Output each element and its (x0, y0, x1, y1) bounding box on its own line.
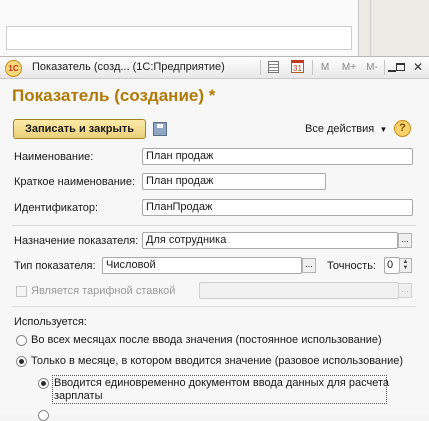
window-title: Показатель (созд... (1С:Предприятие) (32, 61, 225, 73)
short-name-label: Краткое наименование: (14, 176, 136, 188)
type-select-button[interactable]: ... (302, 258, 316, 273)
tariff-label: Является тарифной ставкой (31, 285, 176, 297)
usage-permanent-label[interactable]: Во всех месяцах после ввода значения (по… (31, 334, 382, 346)
maximize-icon[interactable] (396, 60, 406, 75)
page-title: Показатель (создание) * (12, 86, 216, 105)
one-time-document-radio[interactable] (38, 378, 49, 389)
window-titlebar[interactable]: 1С Показатель (созд... (1С:Предприятие) … (0, 57, 429, 79)
purpose-label: Назначение показателя: (14, 235, 139, 247)
type-label: Тип показателя: (14, 260, 96, 272)
short-name-field[interactable]: План продаж (142, 173, 326, 190)
calendar-icon[interactable]: 31 (291, 60, 304, 75)
background-divider (370, 0, 371, 56)
precision-label: Точность: (327, 260, 376, 272)
1c-logo-icon[interactable]: 1С (5, 60, 22, 77)
divider (12, 306, 416, 307)
help-icon[interactable]: ? (394, 120, 411, 137)
save-and-close-button[interactable]: Записать и закрыть (13, 119, 146, 139)
toolbar-separator (260, 60, 261, 75)
spreadsheet-icon[interactable] (268, 61, 279, 76)
one-time-other-radio[interactable] (38, 410, 49, 421)
precision-stepper[interactable]: ▲ ▼ (399, 258, 412, 273)
dropdown-arrow-icon: ▼ (377, 125, 388, 134)
all-actions-label: Все действия (305, 123, 375, 135)
name-label: Наименование: (14, 151, 94, 163)
form-window: 1С Показатель (созд... (1С:Предприятие) … (0, 56, 429, 421)
all-actions-menu[interactable]: Все действия ▼ (305, 123, 387, 135)
divider (12, 225, 416, 226)
usage-permanent-radio[interactable] (16, 335, 27, 346)
toolbar-separator (312, 60, 313, 75)
tariff-checkbox[interactable] (16, 286, 27, 297)
memory-button[interactable]: М (319, 60, 331, 75)
identifier-field[interactable]: ПланПродаж (142, 199, 413, 216)
memory-plus-button[interactable]: М+ (339, 60, 359, 75)
usage-one-time-radio[interactable] (16, 356, 27, 367)
type-field[interactable]: Числовой (102, 257, 302, 274)
save-disk-icon[interactable] (153, 122, 167, 136)
usage-one-time-label[interactable]: Только в месяце, в котором вводится знач… (31, 355, 403, 367)
toolbar-separator (384, 60, 385, 75)
one-time-document-label-line2[interactable]: зарплаты (54, 390, 102, 402)
purpose-select-button[interactable]: ... (398, 233, 412, 248)
memory-minus-button[interactable]: М- (363, 60, 381, 75)
purpose-field[interactable]: Для сотрудника (142, 232, 398, 249)
precision-field[interactable]: 0 (384, 257, 400, 274)
identifier-label: Идентификатор: (14, 202, 99, 214)
tariff-select-button: ... (398, 283, 412, 298)
tariff-field (199, 282, 399, 299)
name-field[interactable]: План продаж (142, 148, 413, 165)
one-time-document-label-line1[interactable]: Вводится единовременно документом ввода … (54, 377, 389, 389)
close-icon[interactable]: ✕ (412, 60, 424, 75)
background-field (6, 26, 352, 50)
usage-label: Используется: (14, 316, 87, 328)
